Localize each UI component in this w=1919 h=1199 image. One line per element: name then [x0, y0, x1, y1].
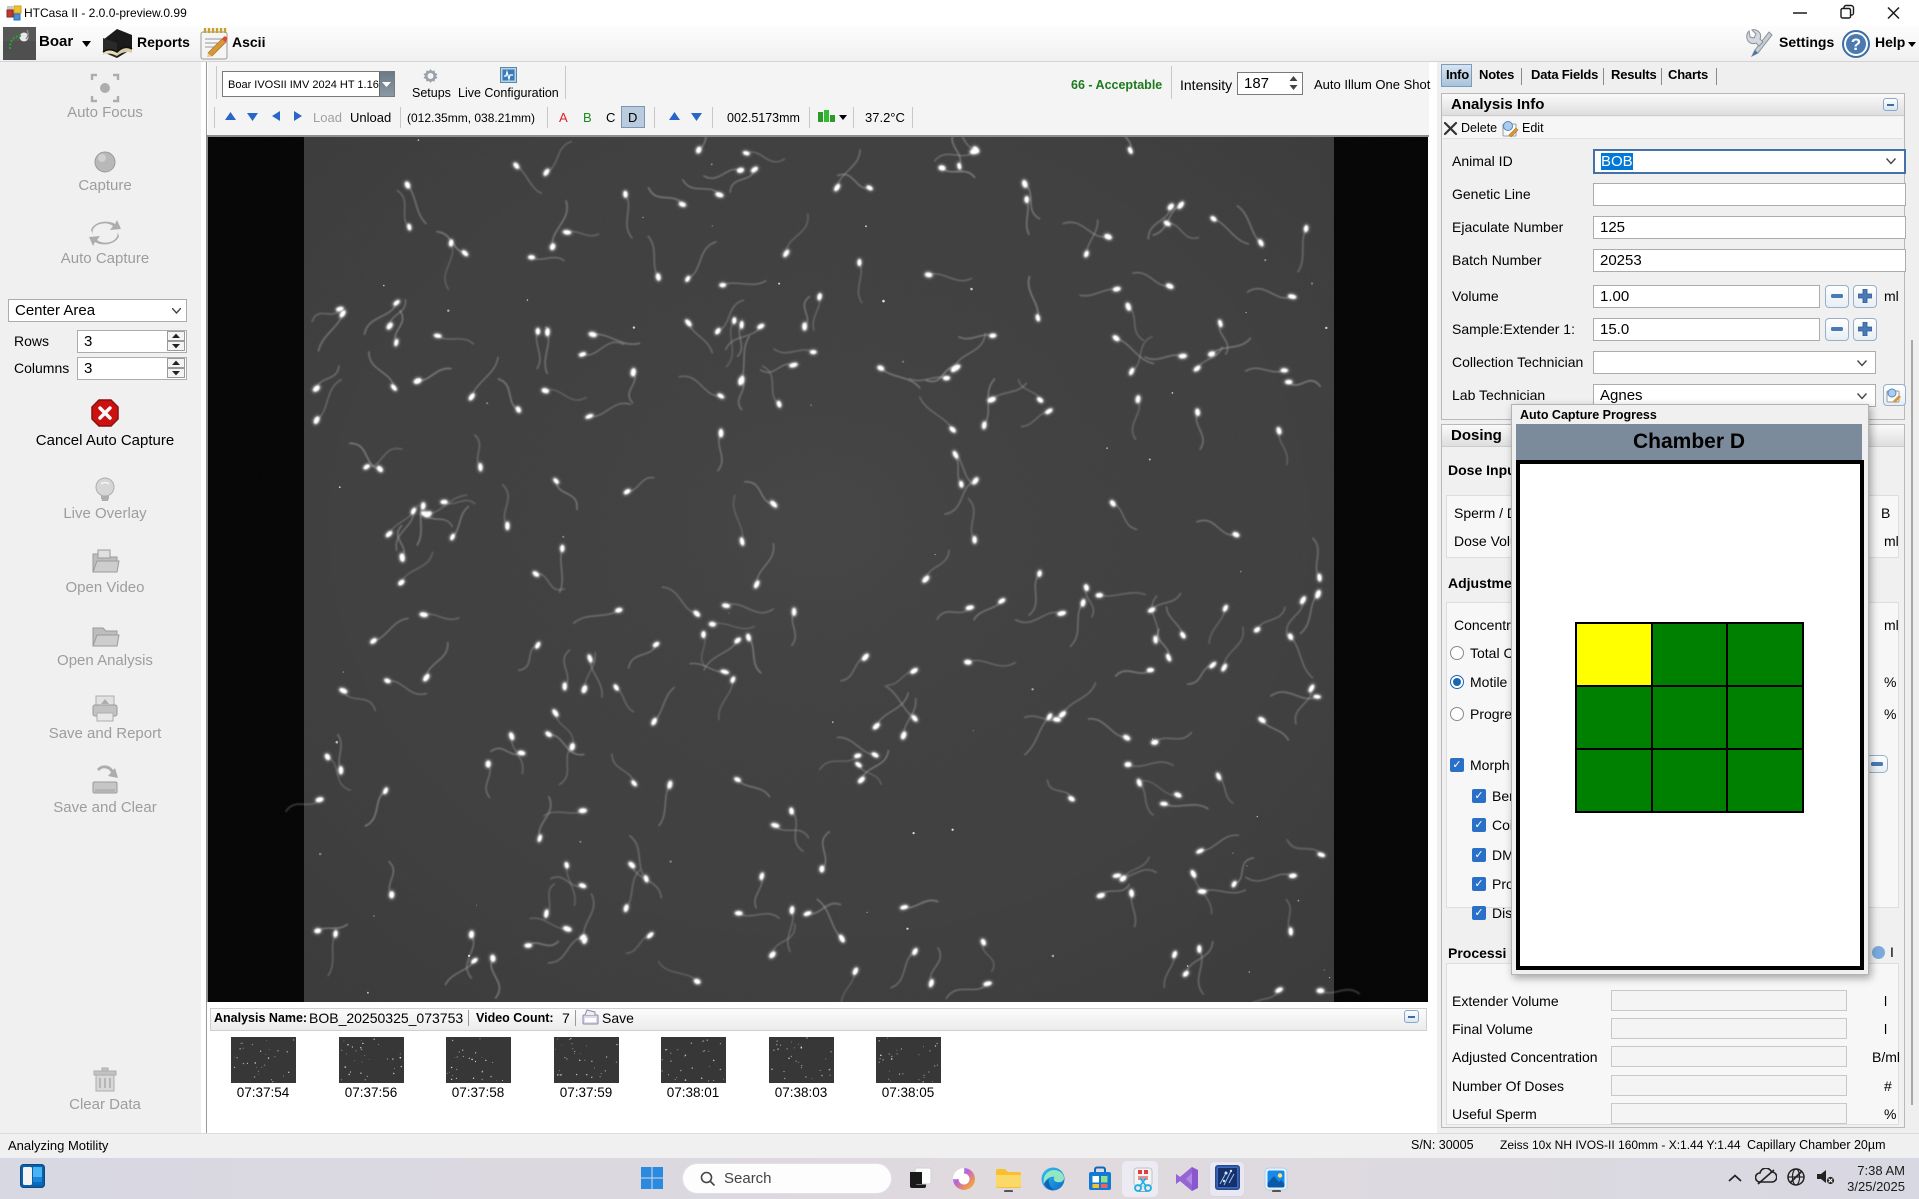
svg-text:?: ?	[1851, 35, 1861, 54]
